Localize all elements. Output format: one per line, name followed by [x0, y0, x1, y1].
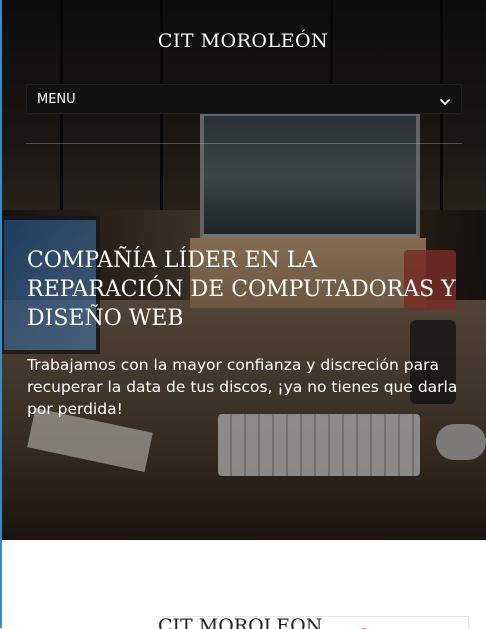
page-edge-accent: [0, 0, 2, 628]
hero-description: Trabajamos con la mayor confianza y disc…: [27, 356, 458, 418]
menu-dropdown[interactable]: MENU: [26, 84, 462, 114]
header-divider: [26, 143, 462, 144]
hero-heading: COMPAÑÍA LÍDER EN LA REPARACIÓN DE COMPU…: [27, 248, 456, 331]
footer-logo: CIT MOROLEÓN: [158, 616, 469, 629]
site-title-link[interactable]: CIT MOROLEÓN: [0, 30, 486, 52]
chevron-down-icon: [439, 93, 451, 105]
hero-banner: CIT MOROLEÓN MENU COMPAÑÍA LÍDER EN LA R…: [0, 0, 486, 540]
footer-logo-text: CIT MOROLEÓN: [158, 616, 323, 629]
menu-dropdown-label: MENU: [37, 91, 76, 107]
